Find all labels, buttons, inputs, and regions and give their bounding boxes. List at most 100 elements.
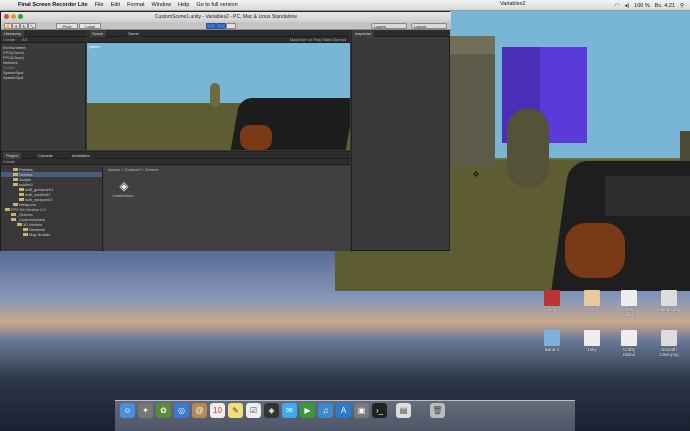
tab-animation[interactable]: Animation [69,152,93,159]
menu-help[interactable]: Help [178,2,189,8]
scale-tool-button[interactable]: ⤡ [28,23,36,29]
launchpad-icon[interactable]: ✦ [138,403,153,418]
layout-dropdown[interactable]: Layout [411,23,447,29]
menu-format[interactable]: Format [127,2,144,8]
itunes-icon[interactable]: ♫ [318,403,333,418]
status-area: ◠ ◂) 100 % Bc. 4.21 ⚲ [615,0,684,11]
hierarchy-header: Hierarchy [1,30,86,37]
document-file-icon [584,330,600,346]
project-tree: Prefabs Scenes Scripts soldier2 scifi_gr… [1,166,103,251]
finder-icon[interactable]: ☺ [120,403,135,418]
documents-icon[interactable]: ▤ [396,403,411,418]
messages-icon[interactable]: ✉ [282,403,297,418]
image-file-icon [661,330,677,346]
tab-inspector[interactable]: Inspector [352,30,375,37]
folder-icon [13,203,18,207]
unity-editor-window: CustomScene1.unity - Variables2 - PC, Ma… [0,11,451,251]
tree-item[interactable]: Map Builder [23,232,50,237]
apple-menu-icon[interactable] [6,1,14,9]
tab-console[interactable]: Console [35,152,56,159]
tab-game[interactable]: Game [125,30,142,37]
desktop-icon[interactable]: new island... [617,290,641,317]
image-file-icon [584,290,600,306]
trash-icon[interactable]: 🗑 [430,403,445,418]
minimize-window-button[interactable] [11,14,16,19]
unity-title-bar[interactable]: CustomScene1.unity - Variables2 - PC, Ma… [1,12,451,22]
menu-full-version[interactable]: Go to full version [196,2,237,8]
photo-icon[interactable]: ✿ [156,403,171,418]
breadcrumb[interactable]: Assets > Custom2 > Scenes [108,167,158,172]
desktop-icon-label: Band 2 [544,347,560,352]
game-weapon-detail [605,176,690,216]
facetime-icon[interactable]: ▶ [300,403,315,418]
hierarchy-search[interactable]: Create All [1,37,86,43]
desktop-icon-label: new island... [621,307,637,317]
step-button[interactable] [226,23,236,29]
close-window-button[interactable] [4,14,9,19]
unity-title: CustomScene1.unity - Variables2 - PC, Ma… [154,14,298,20]
desktop-icon[interactable]: Band 2 [540,330,564,352]
desktop-icon-label: island3.png [657,307,681,312]
play-button[interactable] [206,23,216,29]
unity-icon[interactable]: ◈ [264,403,279,418]
preview-icon[interactable]: ▣ [354,403,369,418]
notes-icon[interactable]: ✎ [228,403,243,418]
move-tool-button[interactable]: ✛ [12,23,20,29]
calendar-icon[interactable]: 10 [210,403,225,418]
hierarchy-create-button[interactable]: Create [3,37,15,42]
unity-toolbar: ✋ ✛ ↻ ⤡ Pivot Local Layers Layout [1,22,451,30]
tab-hierarchy[interactable]: Hierarchy [1,30,25,37]
safari-icon[interactable]: ◎ [174,403,189,418]
layers-dropdown[interactable]: Layers [371,23,407,29]
volume-icon[interactable]: ◂) [625,3,630,9]
pause-button[interactable] [216,23,226,29]
menu-edit[interactable]: Edit [111,2,120,8]
reminders-icon[interactable]: ☑ [246,403,261,418]
contacts-icon[interactable]: @ [192,403,207,418]
project-header: Project Console Animation [1,152,350,159]
menu-window[interactable]: Window [151,2,171,8]
hierarchy-search-input[interactable]: All [22,37,26,42]
hierarchy-item[interactable]: SpawnSpot [3,75,23,80]
desktop-icon[interactable]: Smooth Cave.png [657,330,681,357]
desktop-icon-label: 3 [590,307,594,312]
folder-icon [11,218,16,222]
folder-icon [19,198,24,202]
zoom-window-button[interactable] [18,14,23,19]
rotate-tool-button[interactable]: ↻ [20,23,28,29]
asset-label: CustomScen... [112,194,136,198]
terminal-icon[interactable]: ›_ [372,403,387,418]
game-viewport[interactable]: joined [87,43,350,150]
desktop-icon[interactable]: island3.png [657,290,681,312]
game-capsule [507,108,549,188]
folder-icon [23,233,28,237]
appstore-icon[interactable]: A [336,403,351,418]
game-hand [565,223,625,278]
inspector-panel: Inspector [351,30,450,250]
project-panel: Project Console Animation Create Prefabs… [1,151,350,251]
scene-panel: Scene Game Maximize on Play Stats Gizmos… [87,30,350,150]
wifi-icon[interactable]: ◠ [615,3,620,9]
folder-icon [544,330,560,346]
project-create-button[interactable]: Create [3,159,15,164]
menu-app-name[interactable]: Final Screen Recorder Lite [18,2,88,8]
folder-icon [23,228,28,232]
hand-tool-button[interactable]: ✋ [4,23,12,29]
menu-file[interactable]: File [95,2,104,8]
tree-item-label: Map Builder [29,232,51,237]
tab-scene[interactable]: Scene [89,30,107,37]
desktop-icon[interactable]: Icon [540,290,564,312]
pivot-button[interactable]: Pivot [56,23,78,29]
folder-icon [13,173,18,177]
desktop-icon[interactable]: 1sky [580,330,604,352]
unity-scene-icon[interactable]: ◈ [116,179,132,193]
local-button[interactable]: Local [79,23,101,29]
desktop-icon[interactable]: Crafty Island [617,330,641,357]
search-icon[interactable]: ⚲ [680,3,684,9]
clock[interactable]: Bc. 4.21 [655,3,675,9]
folder-icon [11,213,16,217]
battery-status[interactable]: 100 % [634,3,650,9]
desktop-icon[interactable]: 3 [580,290,604,312]
tab-project[interactable]: Project [3,152,22,159]
hierarchy-panel: Hierarchy Create All Environment FPS(Clo… [1,30,86,150]
